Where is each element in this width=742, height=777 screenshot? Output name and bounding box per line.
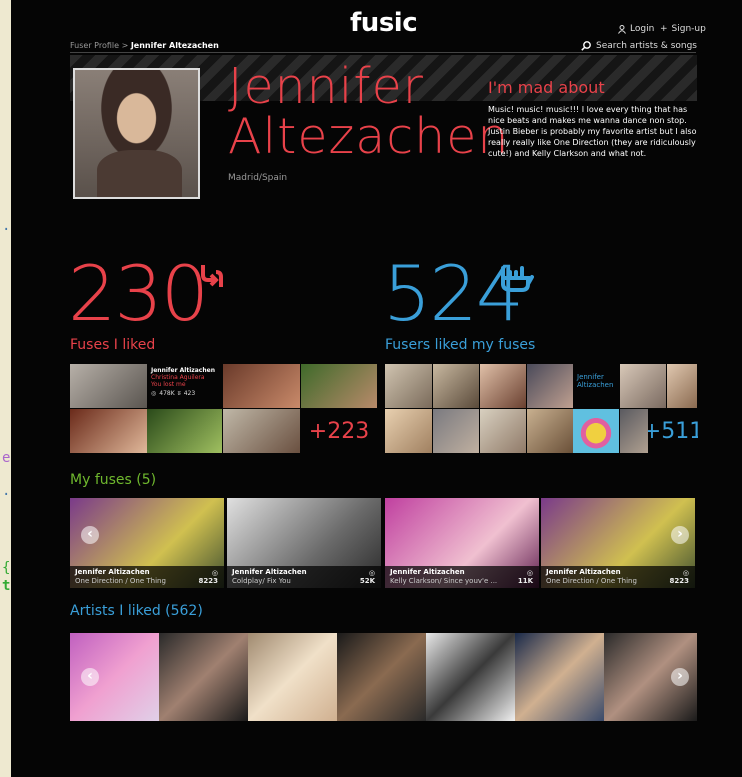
artist-tile[interactable] — [248, 633, 337, 721]
likers-more-count[interactable]: +511 — [648, 409, 698, 453]
mad-about-text: Music! music! music!!! I love every thin… — [488, 105, 697, 158]
liked-more-count[interactable]: +223 — [301, 409, 377, 453]
fuse-count: 52K — [359, 577, 375, 585]
profile-avatar — [73, 68, 200, 199]
profile-location: Madrid/Spain — [228, 173, 288, 183]
last-name: Altezachen — [228, 108, 510, 165]
play-count-icon: ◎ — [151, 390, 157, 397]
liked-fuse-thumb[interactable] — [223, 364, 300, 408]
fuse-card[interactable]: Jennifer Altizachen Coldplay/ Fix You ◎ 52… — [227, 498, 381, 588]
liked-fuse-thumb[interactable] — [147, 409, 222, 453]
plus-icon: + — [660, 24, 668, 34]
chevron-right-icon[interactable]: › — [671, 526, 689, 544]
fuse-user: Jennifer Altizachen — [232, 568, 307, 576]
liker-avatar[interactable] — [385, 364, 432, 408]
artist-tile[interactable] — [159, 633, 248, 721]
fuses-liked-count: 230 — [68, 249, 209, 338]
liked-fuse-thumb[interactable] — [70, 364, 147, 408]
fuse-card[interactable]: Jennifer Altizachen One Direction / One T… — [541, 498, 695, 588]
chevron-left-icon[interactable]: ‹ — [81, 526, 99, 544]
fuse-user: Jennifer Altizachen — [546, 568, 621, 576]
fuse-count: 8223 — [198, 577, 218, 585]
breadcrumb: Fuser Profile > Jennifer Altezachen — [70, 41, 219, 50]
liker-first-name: Jennifer — [577, 373, 604, 381]
liker-name-cell[interactable]: Jennifer Altizachen — [573, 364, 619, 408]
likers-label: Fusers liked my fuses — [385, 337, 536, 353]
breadcrumb-current: Jennifer Altezachen — [130, 41, 219, 50]
liked-fuse-thumb[interactable] — [301, 364, 377, 408]
login-link[interactable]: Login — [618, 24, 654, 34]
featured-fuse-likes: 423 — [183, 390, 196, 397]
search-box[interactable]: Search artists & songs — [581, 41, 697, 51]
my-fuses-title: My fuses (5) — [70, 472, 157, 488]
featured-fuse-user: Jennifer Altizachen — [151, 367, 215, 374]
artist-tile[interactable] — [337, 633, 426, 721]
featured-fuse-info[interactable]: Jennifer Altizachen Christina Aguilera Y… — [147, 364, 221, 408]
play-count-icon: ◎ — [211, 569, 218, 577]
featured-fuse-song: You lost me — [151, 381, 186, 388]
liker-avatar[interactable] — [667, 364, 697, 408]
fuse-count: 8223 — [669, 577, 689, 585]
profile-page: fusic Login + Sign-up Fuser Profile > Je… — [11, 0, 742, 777]
breadcrumb-separator: > — [121, 41, 129, 50]
play-count-icon: ◎ — [526, 569, 533, 577]
liker-last-name: Altizachen — [577, 381, 614, 389]
liker-avatar[interactable] — [433, 409, 479, 453]
fuse-user: Jennifer Altizachen — [390, 568, 465, 576]
fuses-liked-label: Fuses I liked — [70, 337, 156, 353]
rock-hand-icon: ʬ — [177, 390, 181, 397]
liker-avatar[interactable] — [480, 364, 526, 408]
refuse-arrow-icon — [201, 265, 223, 287]
artist-tile[interactable] — [515, 633, 604, 721]
login-label: Login — [630, 24, 655, 34]
fuse-track: Coldplay/ Fix You — [232, 577, 291, 585]
artist-tile[interactable] — [426, 633, 515, 721]
window-edge-strip: . e.{t — [2, 218, 11, 594]
liker-avatar[interactable] — [620, 364, 666, 408]
chevron-right-icon[interactable]: › — [671, 668, 689, 686]
fuse-card[interactable]: Jennifer Altizachen Kelly Clarkson/ Since… — [385, 498, 539, 588]
liker-avatar[interactable] — [433, 364, 479, 408]
fuse-user: Jennifer Altizachen — [75, 568, 150, 576]
rock-hand-icon — [501, 266, 534, 292]
liker-avatar[interactable] — [573, 409, 619, 453]
fuse-track: One Direction / One Thing — [546, 577, 637, 585]
play-count-icon: ◎ — [682, 569, 689, 577]
signup-link[interactable]: + Sign-up — [660, 24, 706, 34]
search-icon — [581, 41, 591, 51]
user-icon — [618, 24, 626, 34]
liker-avatar[interactable] — [527, 364, 573, 408]
first-name: Jennifer — [228, 58, 424, 115]
signup-label: Sign-up — [671, 24, 706, 34]
search-placeholder: Search artists & songs — [596, 41, 697, 51]
liker-avatar[interactable] — [527, 409, 573, 453]
liker-avatar[interactable] — [620, 409, 648, 453]
fuse-count: 11K — [517, 577, 533, 585]
featured-fuse-plays: 478K — [159, 390, 175, 397]
mad-about-heading: I'm mad about — [488, 78, 605, 97]
artists-liked-title: Artists I liked (562) — [70, 603, 203, 619]
fusic-logo[interactable]: fusic — [350, 8, 418, 38]
liker-avatar[interactable] — [385, 409, 432, 453]
fuse-track: One Direction / One Thing — [75, 577, 166, 585]
liked-fuse-thumb[interactable] — [223, 409, 300, 453]
liked-fuse-thumb[interactable] — [70, 409, 147, 453]
fuse-track: Kelly Clarkson/ Since youv'e ... — [390, 577, 498, 585]
chevron-left-icon[interactable]: ‹ — [81, 668, 99, 686]
profile-name: Jennifer Altezachen — [228, 62, 509, 162]
header-divider — [70, 52, 696, 53]
breadcrumb-parent[interactable]: Fuser Profile — [70, 41, 119, 50]
liker-avatar[interactable] — [480, 409, 526, 453]
featured-fuse-artist: Christina Aguilera — [151, 374, 205, 381]
play-count-icon: ◎ — [368, 569, 375, 577]
